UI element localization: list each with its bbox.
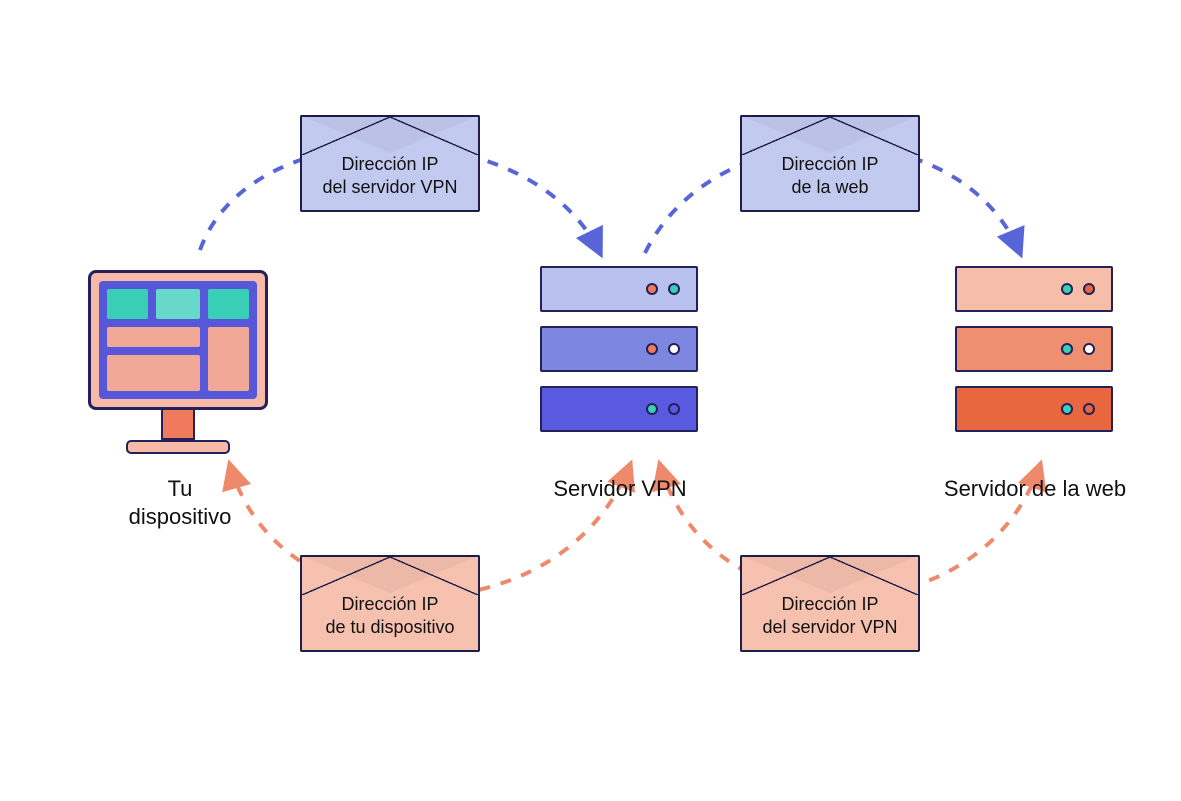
server-unit <box>955 386 1113 432</box>
status-light-icon <box>1083 283 1095 295</box>
envelope-label: Dirección IP del servidor VPN <box>762 594 897 637</box>
device-label: Tu dispositivo <box>110 475 250 530</box>
status-light-icon <box>668 403 680 415</box>
monitor-bezel <box>88 270 268 410</box>
status-light-icon <box>646 343 658 355</box>
screen-tile <box>107 327 200 348</box>
server-unit <box>540 326 698 372</box>
status-light-icon <box>646 283 658 295</box>
status-light-icon <box>1083 403 1095 415</box>
server-unit <box>540 386 698 432</box>
status-light-icon <box>646 403 658 415</box>
web-server-label: Servidor de la web <box>930 475 1140 503</box>
screen-tile <box>208 327 249 391</box>
vpn-server-icon <box>540 266 698 432</box>
envelope-label: Dirección IP de la web <box>781 154 878 197</box>
device-icon <box>88 270 268 454</box>
envelope-top-left: Dirección IP del servidor VPN <box>300 115 480 212</box>
vpn-server-label: Servidor VPN <box>535 475 705 503</box>
status-light-icon <box>1061 343 1073 355</box>
envelope-label: Dirección IP de tu dispositivo <box>325 594 454 637</box>
server-unit <box>955 266 1113 312</box>
screen-tile <box>107 289 148 319</box>
monitor-screen <box>99 281 257 399</box>
status-light-icon <box>1061 283 1073 295</box>
status-light-icon <box>668 343 680 355</box>
monitor-neck <box>161 410 195 440</box>
screen-tile <box>107 355 200 391</box>
server-unit <box>540 266 698 312</box>
screen-tile <box>208 289 249 319</box>
status-light-icon <box>1061 403 1073 415</box>
server-unit <box>955 326 1113 372</box>
monitor-base <box>126 440 230 454</box>
envelope-bottom-right: Dirección IP del servidor VPN <box>740 555 920 652</box>
screen-tile <box>156 289 201 319</box>
vpn-diagram: Tu dispositivo Servidor VPN Servidor de … <box>0 0 1181 801</box>
envelope-top-right: Dirección IP de la web <box>740 115 920 212</box>
status-light-icon <box>668 283 680 295</box>
envelope-bottom-left: Dirección IP de tu dispositivo <box>300 555 480 652</box>
web-server-icon <box>955 266 1113 432</box>
status-light-icon <box>1083 343 1095 355</box>
envelope-label: Dirección IP del servidor VPN <box>322 154 457 197</box>
